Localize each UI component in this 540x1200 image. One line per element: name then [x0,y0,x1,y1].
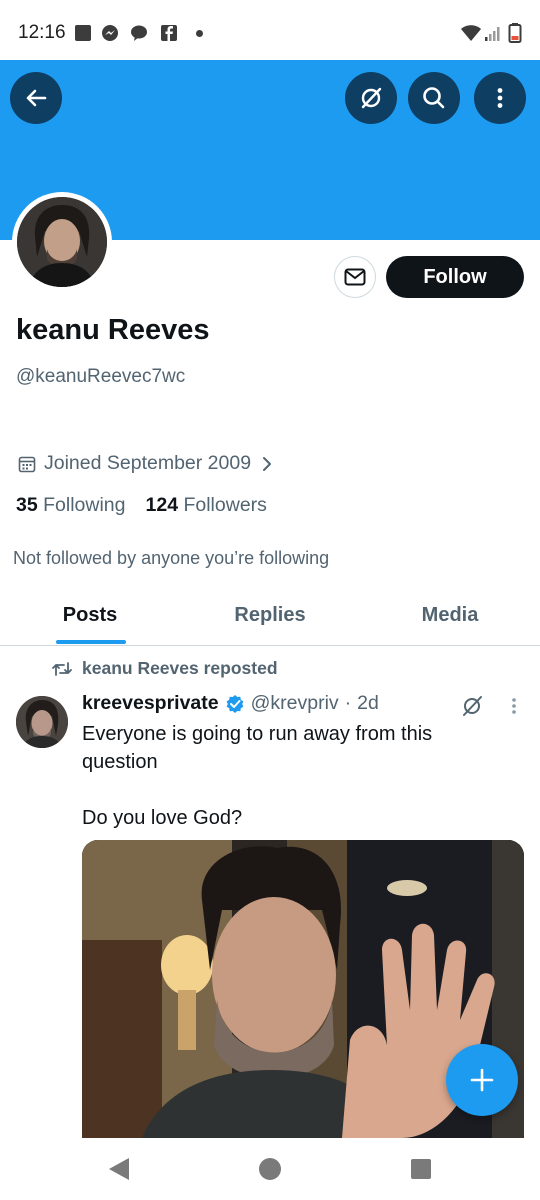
profile-avatar[interactable] [12,192,112,292]
chevron-right-icon [263,456,272,471]
repost-text: keanu Reeves reposted [82,658,278,678]
back-arrow-icon [26,89,47,107]
post-separator: · [344,692,352,714]
wifi-icon [460,24,482,42]
post-text: Everyone is going to run away from this … [82,723,433,829]
post-author-avatar[interactable] [16,696,68,748]
follow-button[interactable]: Follow [386,256,524,298]
not-followed-note: Not followed by anyone you’re following [13,548,330,568]
nav-home-icon[interactable] [258,1157,282,1181]
envelope-icon [344,268,366,286]
post-author-name[interactable]: kreevesprivate [82,692,219,715]
verified-badge-icon [226,694,244,713]
repost-icon [52,661,72,676]
compose-post-button[interactable] [446,1044,518,1116]
nav-back-icon[interactable] [107,1156,131,1182]
search-icon [423,87,445,109]
back-button[interactable] [10,72,62,124]
followers-link[interactable]: 124 Followers [146,494,267,516]
profile-name: keanu Reeves [16,314,210,346]
tab-media[interactable]: Media [360,604,540,627]
grok-icon [361,87,382,109]
search-button[interactable] [408,72,460,124]
following-label: Following [43,494,126,516]
post-author-handle[interactable]: @krevpriv [251,692,339,715]
tab-posts[interactable]: Posts [0,604,180,627]
square-notification-icon [74,24,92,42]
chat-bubble-icon [130,24,148,42]
repost-indicator[interactable]: keanu Reeves reposted [52,658,278,679]
grok-icon[interactable] [460,694,484,718]
following-link[interactable]: 35 Following [16,494,126,516]
dot-icon [196,30,203,37]
facebook-icon [160,24,178,42]
battery-icon [508,22,522,44]
following-count: 35 [16,494,38,516]
calendar-icon [18,456,36,472]
system-navigation-bar [0,1138,540,1200]
profile-handle: @keanuReevec7wc [16,366,186,387]
joined-text: Joined September 2009 [44,452,252,474]
signal-icon [484,24,502,42]
follow-stats: 35 Following 124 Followers [16,494,267,517]
post-header: kreevesprivate @krevpriv · 2d [82,692,379,715]
post-more-icon[interactable] [504,694,524,718]
status-bar: 12:16 [0,0,540,60]
followers-label: Followers [183,494,267,516]
nav-recents-icon[interactable] [411,1159,431,1179]
messenger-icon [101,24,119,42]
profile-tabs: Posts Replies Media [0,590,540,646]
message-button[interactable] [334,256,376,298]
more-options-button[interactable] [474,72,526,124]
joined-date-row[interactable]: Joined September 2009 [18,452,275,475]
profile-photo [17,197,107,287]
plus-icon [470,1068,494,1092]
more-vertical-icon [497,88,503,108]
tab-replies[interactable]: Replies [180,604,360,627]
followers-count: 124 [145,494,179,516]
active-tab-indicator [56,640,126,644]
status-time: 12:16 [18,22,66,43]
grok-button[interactable] [345,72,397,124]
post-time[interactable]: 2d [357,692,379,715]
